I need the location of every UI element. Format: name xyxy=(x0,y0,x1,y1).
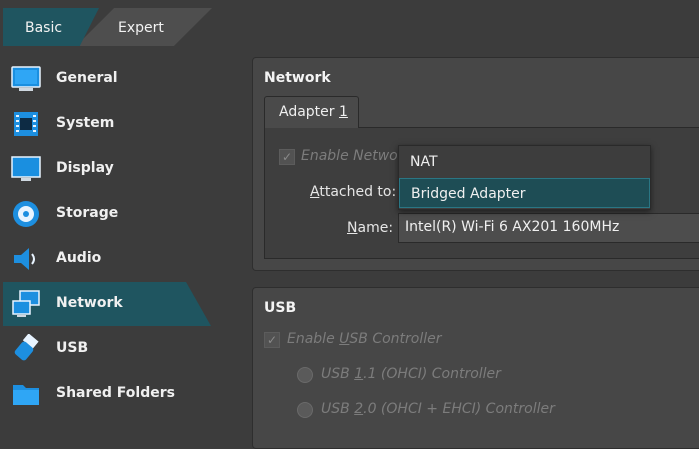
sidebar-item-usb[interactable]: USB xyxy=(0,327,218,371)
name-label: Name: xyxy=(347,220,394,236)
enable-usb-controller-label: Enable USB Controller xyxy=(287,331,442,347)
usb-icon xyxy=(14,334,39,361)
adapter-name-value: Intel(R) Wi-Fi 6 AX201 160MHz xyxy=(405,219,620,235)
shared-folders-icon xyxy=(13,385,39,405)
sidebar-item-shared-folders[interactable]: Shared Folders xyxy=(0,372,218,416)
sidebar-item-label: USB xyxy=(56,340,89,356)
sidebar-item-general[interactable]: General xyxy=(0,57,218,101)
tab-adapter-1-label: Adapter 1 xyxy=(279,104,348,120)
attached-to-dropdown-list[interactable]: NAT Bridged Adapter xyxy=(398,145,651,210)
network-panel-title: Network xyxy=(264,70,331,86)
sidebar-item-label: Display xyxy=(56,160,114,176)
sidebar-item-label: General xyxy=(56,70,118,86)
settings-sidebar: General System Display Storage Audio Net… xyxy=(0,55,218,428)
usb-2-0-label: USB 2.0 (OHCI + EHCI) Controller xyxy=(321,401,555,417)
network-icon xyxy=(12,290,40,317)
general-icon xyxy=(11,66,41,91)
usb-panel: USB ✓ Enable USB Controller USB 1.1 (OHC… xyxy=(252,287,699,449)
sidebar-item-label: Audio xyxy=(56,250,102,266)
sidebar-item-storage[interactable]: Storage xyxy=(0,192,218,236)
sidebar-item-label: Network xyxy=(56,295,123,311)
storage-icon xyxy=(13,201,39,227)
sidebar-item-label: Storage xyxy=(56,205,119,221)
sidebar-item-label: System xyxy=(56,115,115,131)
audio-icon xyxy=(14,248,35,270)
adapter-name-combobox[interactable]: Intel(R) Wi-Fi 6 AX201 160MHz xyxy=(398,213,699,243)
display-icon xyxy=(11,156,41,181)
system-icon xyxy=(14,112,38,136)
dropdown-option-bridged-adapter[interactable]: Bridged Adapter xyxy=(399,178,650,208)
sidebar-item-label: Shared Folders xyxy=(56,385,175,401)
sidebar-item-system[interactable]: System xyxy=(0,102,218,146)
enable-network-adapter-checkbox[interactable]: ✓ xyxy=(279,149,295,165)
tab-adapter-1[interactable]: Adapter 1 xyxy=(264,96,359,128)
usb-panel-title: USB xyxy=(264,300,297,316)
usb-1-1-label: USB 1.1 (OHCI) Controller xyxy=(321,366,501,382)
enable-network-adapter-label: Enable Netwo xyxy=(301,148,398,164)
enable-usb-controller-checkbox[interactable]: ✓ xyxy=(264,332,280,348)
basic-mode-label: Basic xyxy=(25,20,63,36)
expert-mode-label: Expert xyxy=(118,20,164,36)
usb-1-1-radio[interactable] xyxy=(297,367,313,383)
sidebar-item-audio[interactable]: Audio xyxy=(0,237,218,281)
mode-switcher: Basic Expert xyxy=(0,0,218,52)
attached-to-label: Attached to: xyxy=(310,184,397,200)
usb-2-0-radio[interactable] xyxy=(297,402,313,418)
dropdown-option-nat[interactable]: NAT xyxy=(399,147,650,177)
sidebar-item-display[interactable]: Display xyxy=(0,147,218,191)
sidebar-item-network[interactable]: Network xyxy=(0,282,218,326)
